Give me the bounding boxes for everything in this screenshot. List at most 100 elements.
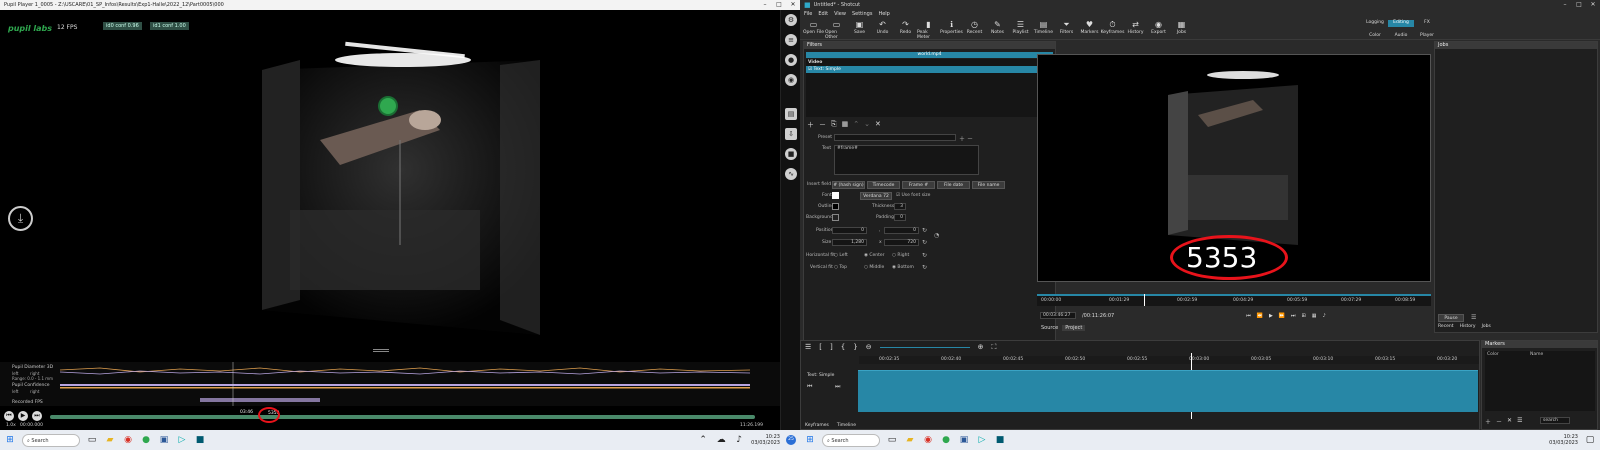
windows-start-icon-2[interactable]: ⊞ (804, 434, 816, 446)
tab-recent[interactable]: Recent (1438, 324, 1454, 329)
menu-edit[interactable]: Edit (818, 10, 828, 18)
layout-fx[interactable]: FX (1414, 20, 1440, 27)
text-simple-clip[interactable] (858, 370, 1478, 412)
set-last-keyframe-icon[interactable]: } (853, 343, 857, 352)
shotcut-maximize-icon[interactable]: □ (1572, 0, 1586, 10)
remove-filter-icon[interactable]: － (819, 120, 826, 130)
volume-preview-icon[interactable]: ♪ (1322, 313, 1325, 319)
shotcut-minimize-icon[interactable]: – (1558, 0, 1572, 10)
filter-item-text-simple[interactable]: ☑ Text: Simple (806, 66, 1053, 73)
eye-icon[interactable]: ◉ (785, 74, 797, 86)
save-button[interactable]: ▣ Save (848, 18, 871, 39)
network-icon[interactable]: ☁ (715, 434, 727, 446)
document-icon[interactable]: ▤ (785, 108, 797, 120)
close-icon[interactable]: ✕ (786, 0, 800, 10)
play-button-icon[interactable]: ▶ (1269, 313, 1273, 319)
save-preset-icon[interactable]: ＋ (959, 134, 965, 143)
set-first-keyframe-icon[interactable]: { (841, 343, 845, 352)
playlist-button[interactable]: ☰ Playlist (1009, 18, 1032, 39)
markers-button[interactable]: ♥ Markers (1078, 18, 1101, 39)
keyframes-ruler[interactable]: 00:02:35 00:02:40 00:02:45 00:02:50 00:0… (859, 356, 1479, 364)
move-down-icon[interactable]: ⌄ (864, 120, 870, 130)
keyframe-toggle-icon[interactable]: ◔ (934, 232, 939, 239)
markers-search[interactable]: search (1540, 417, 1570, 424)
settings-icon[interactable]: ⚙ (785, 14, 797, 26)
maximize-icon[interactable]: □ (772, 0, 786, 10)
thickness-input[interactable]: 3 (894, 203, 906, 210)
export-button[interactable]: ◉ Export (1147, 18, 1170, 39)
media-icon-2[interactable]: ▷ (976, 434, 988, 446)
add-filter-icon[interactable]: ＋ (807, 120, 814, 130)
redo-button[interactable]: ↷ Redo (894, 18, 917, 39)
tab-jobs[interactable]: Jobs (1482, 324, 1491, 329)
jobs-menu-icon[interactable]: ☰ (1471, 314, 1476, 321)
use-font-size-checkbox[interactable]: ☑ Use font size (896, 193, 930, 198)
windows-start-icon[interactable]: ⊞ (4, 434, 16, 446)
menu-help[interactable]: Help (878, 10, 889, 18)
insert-file-name-button[interactable]: File name (972, 181, 1005, 189)
v-bottom-radio[interactable]: ◉ Bottom (892, 265, 914, 270)
menu-file[interactable]: File (804, 10, 812, 18)
h-center-radio[interactable]: ◉ Center (864, 253, 885, 258)
download-icon[interactable]: ⤓ (8, 206, 33, 231)
reset-position-icon[interactable]: ↻ (922, 227, 927, 234)
step-back-icon[interactable]: ⏮ (4, 411, 14, 421)
insert-frame-button[interactable]: Frame # (902, 181, 935, 189)
tab-history[interactable]: History (1460, 324, 1476, 329)
tab-timeline[interactable]: Timeline (837, 423, 856, 428)
seek-bar[interactable] (50, 415, 755, 419)
reset-v-fit-icon[interactable]: ↻ (922, 264, 927, 271)
media-icon[interactable]: ▷ (176, 434, 188, 446)
drag-handle-icon[interactable] (373, 349, 389, 352)
layout-color[interactable]: Color (1362, 33, 1388, 40)
grid-icon[interactable]: ▦ (1312, 313, 1317, 319)
background-color-swatch[interactable] (832, 214, 839, 221)
undo-button[interactable]: ↶ Undo (871, 18, 894, 39)
kf-prev-icon[interactable]: ⏮ (807, 383, 812, 391)
pupil-app-icon-2[interactable]: ● (940, 434, 952, 446)
insert-timecode-button[interactable]: Timecode (867, 181, 900, 189)
filters-button[interactable]: ⏷ Filters (1055, 18, 1078, 39)
history-button[interactable]: ⇄ History (1124, 18, 1147, 39)
font-color-swatch[interactable] (832, 192, 839, 199)
delete-preset-icon[interactable]: － (967, 134, 973, 143)
remove-marker-icon[interactable]: － (1496, 417, 1502, 426)
forward-icon[interactable]: ⏩ (1279, 313, 1285, 319)
shotcut-taskbar-icon-2[interactable]: ■ (994, 434, 1006, 446)
tab-source[interactable]: Source (1041, 325, 1058, 331)
world-video-view[interactable]: pupil labs 12 FPS id0 conf 0.96 id1 conf… (0, 10, 800, 430)
text-input[interactable]: #frame# (834, 145, 979, 175)
timeline-button[interactable]: ▤ Timeline (1032, 18, 1055, 39)
layout-audio[interactable]: Audio (1388, 33, 1414, 40)
v-middle-radio[interactable]: ○ Middle (864, 265, 884, 270)
export-icon[interactable]: ⇩ (785, 128, 797, 140)
add-marker-icon[interactable]: ＋ (1485, 417, 1491, 426)
toggle-zoom-icon[interactable]: ⊞ (1302, 313, 1306, 319)
minimize-icon[interactable]: – (758, 0, 772, 10)
taskbar-search-2[interactable]: ⌕ Search (822, 433, 880, 447)
jobs-button[interactable]: ▦ Jobs (1170, 18, 1193, 39)
clear-markers-icon[interactable]: ✕ (1507, 417, 1512, 426)
copy-filter-icon[interactable]: ⎘ (831, 120, 837, 130)
preset-select[interactable] (834, 134, 956, 141)
volume-icon[interactable]: ♪ (733, 434, 745, 446)
preview-playhead[interactable] (1144, 294, 1145, 306)
clock-2[interactable]: 10:23 03/03/2023 (1549, 434, 1578, 446)
notification-icon[interactable]: ▢ (1584, 434, 1596, 446)
notification-badge[interactable]: 25 (786, 435, 796, 445)
taskbar-search[interactable]: ⌕ Search (22, 433, 80, 447)
notes-button[interactable]: ✎ Notes (986, 18, 1009, 39)
markers-menu-icon[interactable]: ☰ (1517, 417, 1522, 426)
shotcut-close-icon[interactable]: ✕ (1586, 0, 1600, 10)
keyframes-button[interactable]: ⏱ Keyframes (1101, 18, 1125, 39)
play-icon[interactable]: ▶ (18, 411, 28, 421)
open-file-button[interactable]: ▭ Open File (802, 18, 825, 39)
open-other-button[interactable]: ▭ Open Other (825, 18, 848, 40)
v-top-radio[interactable]: ○ Top (834, 265, 847, 270)
set-filter-start-icon[interactable]: [ (819, 343, 822, 352)
position-x-input[interactable]: 0 (832, 227, 867, 234)
skip-end-icon[interactable]: ⏭ (1291, 313, 1296, 319)
shotcut-taskbar-icon[interactable]: ■ (194, 434, 206, 446)
zoom-fit-icon[interactable]: ⛶ (991, 343, 996, 352)
h-left-radio[interactable]: ○ Left (834, 253, 848, 258)
